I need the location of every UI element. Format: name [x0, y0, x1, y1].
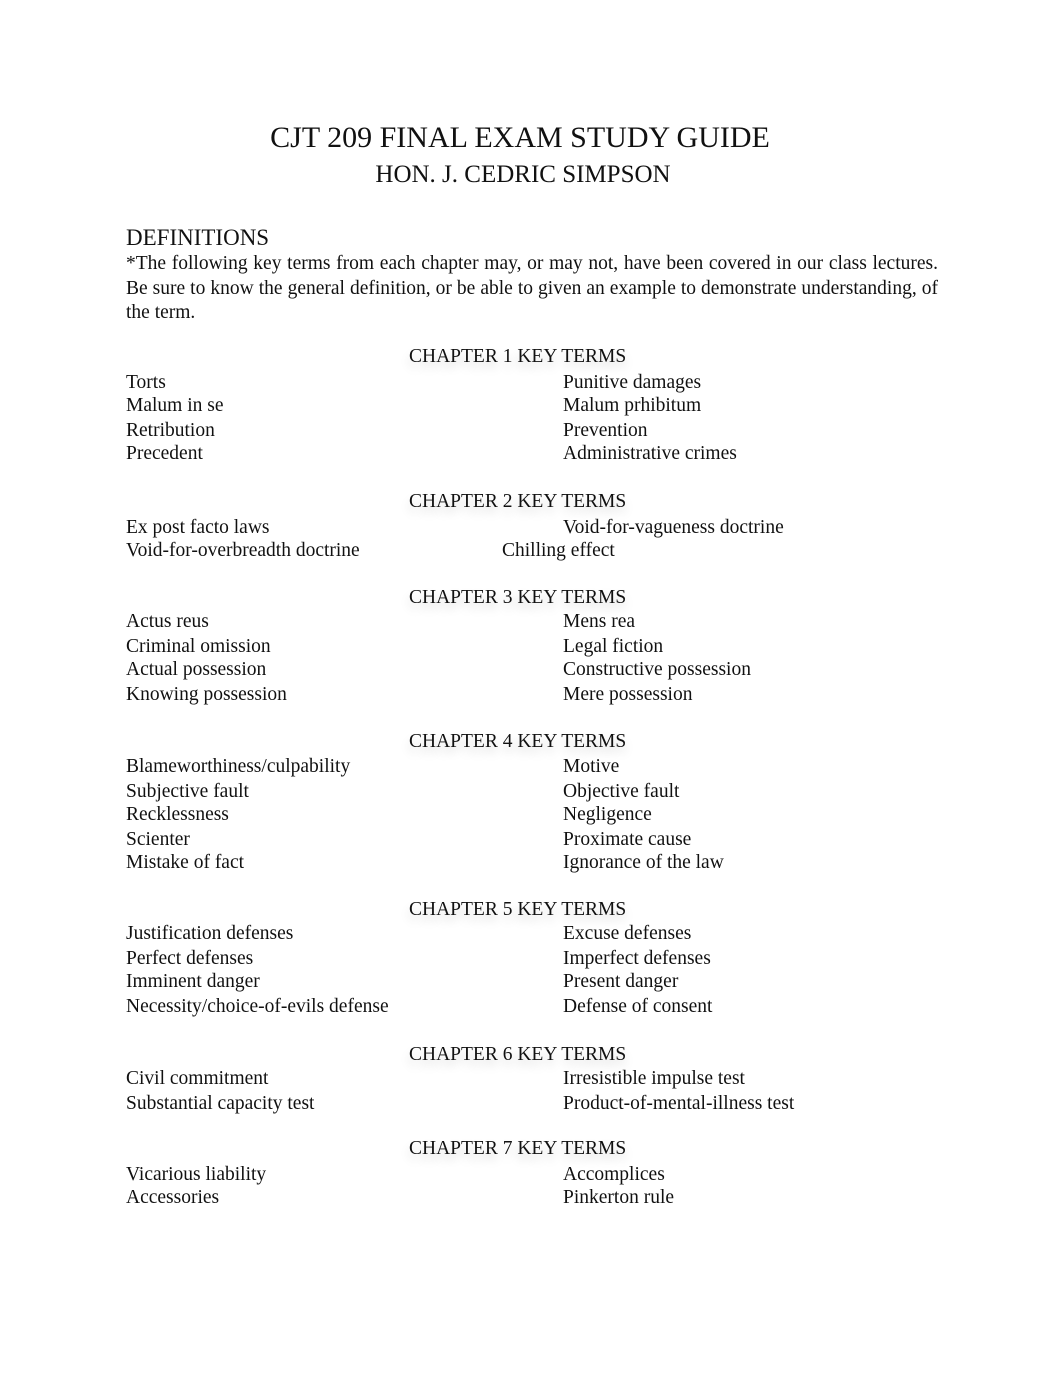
chapter-1-heading: CHAPTER 1 KEY TERMS [409, 346, 627, 367]
term: Accessories [126, 1187, 220, 1208]
chapter-2-heading: CHAPTER 2 KEY TERMS [409, 491, 627, 512]
term: Civil commitment [126, 1068, 269, 1089]
term: Blameworthiness/culpability [126, 756, 351, 777]
term: Substantial capacity test [126, 1093, 315, 1114]
chapter-6-heading: CHAPTER 6 KEY TERMS [409, 1044, 627, 1065]
term: Actual possession [126, 659, 267, 680]
term: Void-for-vagueness doctrine [563, 517, 784, 538]
term: Malum prhibitum [563, 395, 702, 416]
term: Motive [563, 756, 620, 777]
term: Product-of-mental-illness test [563, 1093, 795, 1114]
term: Present danger [563, 971, 679, 992]
term: Vicarious liability [126, 1164, 267, 1185]
chapter-4-heading: CHAPTER 4 KEY TERMS [409, 731, 627, 752]
term: Recklessness [126, 804, 229, 825]
term: Justification defenses [126, 923, 294, 944]
term: Administrative crimes [563, 443, 737, 464]
term: Irresistible impulse test [563, 1068, 745, 1089]
term: Void-for-overbreadth doctrine [126, 540, 360, 561]
term: Ex post facto laws [126, 517, 270, 538]
chapter-5-heading: CHAPTER 5 KEY TERMS [409, 899, 627, 920]
term: Constructive possession [563, 659, 751, 680]
term: Defense of consent [563, 996, 713, 1017]
term: Prevention [563, 420, 648, 441]
document-subtitle: HON. J. CEDRIC SIMPSON [375, 161, 671, 188]
term: Pinkerton rule [563, 1187, 675, 1208]
term: Ignorance of the law [563, 852, 724, 873]
term: Proximate cause [563, 829, 692, 850]
term: Actus reus [126, 611, 209, 632]
term: Mistake of fact [126, 852, 245, 873]
term: Punitive damages [563, 372, 702, 393]
chapter-7-heading: CHAPTER 7 KEY TERMS [409, 1138, 627, 1159]
term: Precedent [126, 443, 203, 464]
term: Retribution [126, 420, 215, 441]
chapter-3-heading: CHAPTER 3 KEY TERMS [409, 587, 627, 608]
term: Negligence [563, 804, 652, 825]
term: Necessity/choice-of-evils defense [126, 996, 389, 1017]
term: Criminal omission [126, 636, 271, 657]
term: Scienter [126, 829, 190, 850]
term: Perfect defenses [126, 948, 254, 969]
term: Malum in se [126, 395, 224, 416]
section-heading-definitions: DEFINITIONS [126, 225, 270, 250]
term: Imminent danger [126, 971, 260, 992]
term: Excuse defenses [563, 923, 692, 944]
term: Mens rea [563, 611, 636, 632]
term: Subjective fault [126, 781, 249, 802]
document-title: CJT 209 FINAL EXAM STUDY GUIDE [270, 121, 770, 154]
term: Legal fiction [563, 636, 664, 657]
term: Chilling effect [502, 540, 615, 561]
definitions-intro: *The following key terms from each chapt… [126, 253, 938, 323]
term: Knowing possession [126, 684, 287, 705]
term: Accomplices [563, 1164, 665, 1185]
term: Imperfect defenses [563, 948, 711, 969]
term: Torts [126, 372, 166, 393]
term: Objective fault [563, 781, 680, 802]
term: Mere possession [563, 684, 693, 705]
